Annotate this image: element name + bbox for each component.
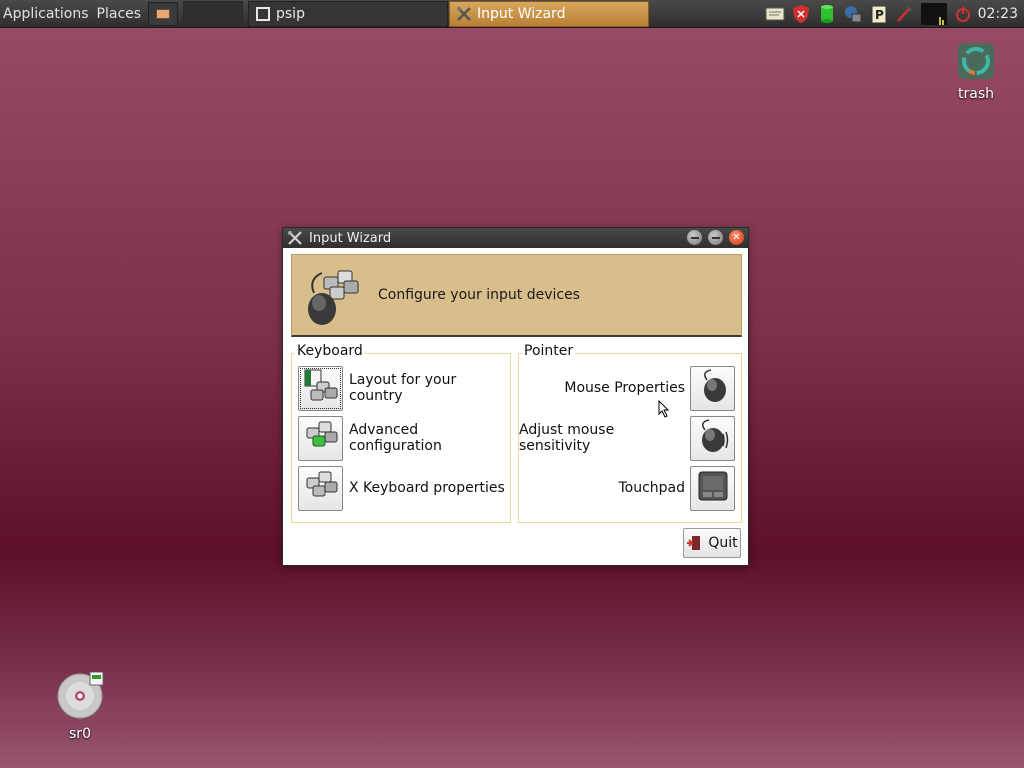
touchpad-row: Touchpad xyxy=(618,465,735,511)
window-title: Input Wizard xyxy=(309,230,392,246)
pen-icon[interactable] xyxy=(895,4,915,24)
touchpad-button[interactable] xyxy=(690,465,735,511)
notes-icon[interactable] xyxy=(765,4,785,24)
advanced-config-label: Advanced configuration xyxy=(349,422,442,454)
minimize-icon xyxy=(690,236,699,239)
clock[interactable]: 02:23 xyxy=(976,6,1024,22)
mouse-sensitivity-icon xyxy=(695,418,731,458)
tools-icon xyxy=(287,230,303,246)
close-button[interactable]: ✕ xyxy=(729,230,744,245)
touchpad-icon xyxy=(695,468,731,508)
mouse-sensitivity-row: Adjust mouse sensitivity xyxy=(519,415,735,461)
task-input-wizard[interactable]: Input Wizard xyxy=(449,1,649,27)
touchpad-label: Touchpad xyxy=(618,480,685,496)
task-label: psip xyxy=(276,6,305,22)
network-icon[interactable] xyxy=(843,4,863,24)
keyboard-advanced-icon xyxy=(303,418,339,458)
tools-icon xyxy=(456,6,472,22)
mouse-properties-row: Mouse Properties xyxy=(564,365,735,411)
advanced-config-button[interactable] xyxy=(298,415,343,461)
trash-desktop-icon[interactable]: trash xyxy=(952,42,1000,102)
keyboard-layout-button[interactable] xyxy=(298,365,343,411)
applications-menu[interactable]: Applications xyxy=(0,6,93,22)
show-desktop-button[interactable] xyxy=(148,2,178,26)
keyboard-mouse-icon xyxy=(300,263,364,327)
database-icon[interactable] xyxy=(817,4,837,24)
pointer-group-label: Pointer xyxy=(522,343,576,359)
mouse-properties-label: Mouse Properties xyxy=(564,380,685,396)
header-banner: Configure your input devices xyxy=(291,254,742,337)
taskbar: Applications Places psip Input Wizard P xyxy=(0,0,1024,28)
mouse-icon xyxy=(695,368,731,408)
sr0-desktop-icon[interactable]: sr0 xyxy=(56,671,104,742)
svg-text:P: P xyxy=(875,8,884,22)
trash-icon xyxy=(957,42,995,84)
taskbar-empty-slot xyxy=(183,1,243,27)
keyboard-flag-icon xyxy=(303,368,339,408)
task-psip[interactable]: psip xyxy=(248,1,448,27)
exit-door-icon xyxy=(686,535,702,551)
window-titlebar[interactable]: Input Wizard ✕ xyxy=(283,228,748,248)
quit-label: Quit xyxy=(708,535,738,551)
x-keyboard-button[interactable] xyxy=(298,465,343,511)
shield-icon[interactable] xyxy=(791,4,811,24)
keyboard-icon xyxy=(303,468,339,508)
maximize-button[interactable] xyxy=(708,230,723,245)
keyboard-group: Keyboard Layout for your country Advance… xyxy=(291,343,511,523)
window-icon xyxy=(255,6,271,22)
x-keyboard-label: X Keyboard properties xyxy=(349,480,505,496)
places-menu[interactable]: Places xyxy=(93,6,146,22)
pointer-group: Pointer Mouse Properties Adjust mouse se… xyxy=(518,343,742,523)
keyboard-layout-label: Layout for your country xyxy=(349,372,457,404)
close-icon: ✕ xyxy=(732,231,741,243)
power-icon[interactable] xyxy=(953,4,973,24)
sr0-label: sr0 xyxy=(69,726,91,742)
task-label: Input Wizard xyxy=(477,6,566,22)
desktop-icon xyxy=(156,9,170,19)
minimize-button[interactable] xyxy=(687,230,702,245)
advanced-config-row: Advanced configuration xyxy=(298,415,510,461)
mouse-sensitivity-button[interactable] xyxy=(690,415,735,461)
keyboard-group-label: Keyboard xyxy=(295,343,365,359)
optical-disc-icon xyxy=(56,671,104,724)
system-tray: P 02:23 xyxy=(762,0,1024,28)
trash-label: trash xyxy=(958,86,994,102)
quit-button[interactable]: Quit xyxy=(683,528,741,558)
x-keyboard-row: X Keyboard properties xyxy=(298,465,505,511)
keyboard-layout-row: Layout for your country xyxy=(298,365,510,411)
maximize-icon xyxy=(711,236,720,239)
input-wizard-window: Input Wizard ✕ Configure your input devi… xyxy=(282,227,749,566)
mouse-properties-button[interactable] xyxy=(690,365,735,411)
mouse-cursor-icon xyxy=(658,399,670,418)
clipboard-icon[interactable]: P xyxy=(869,4,889,24)
banner-text: Configure your input devices xyxy=(378,287,580,303)
mouse-sensitivity-label: Adjust mouse sensitivity xyxy=(519,422,615,454)
cpu-monitor-icon[interactable] xyxy=(920,3,947,25)
